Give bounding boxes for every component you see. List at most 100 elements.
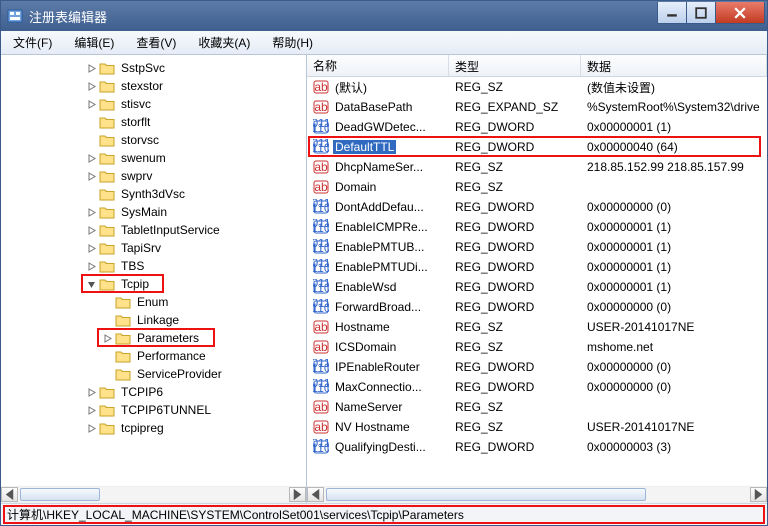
value-row[interactable]: 011110ForwardBroad...REG_DWORD0x00000000… (307, 297, 767, 317)
value-row[interactable]: abDataBasePathREG_EXPAND_SZ%SystemRoot%\… (307, 97, 767, 117)
expander-icon[interactable] (101, 350, 113, 362)
tree-node-stisvc[interactable]: stisvc (5, 95, 304, 113)
tree-node-tcpip[interactable]: Tcpip (5, 275, 304, 293)
value-type: REG_DWORD (449, 300, 581, 314)
tree-node-sstpsvc[interactable]: SstpSvc (5, 59, 304, 77)
tree-node-tcpipreg[interactable]: tcpipreg (5, 419, 304, 437)
value-row[interactable]: 011110EnablePMTUB...REG_DWORD0x00000001 … (307, 237, 767, 257)
value-type: REG_SZ (449, 320, 581, 334)
col-type[interactable]: 类型 (449, 55, 581, 76)
tree-node-performance[interactable]: Performance (5, 347, 304, 365)
col-name[interactable]: 名称 (307, 55, 449, 76)
tree-node-tbs[interactable]: TBS (5, 257, 304, 275)
value-row[interactable]: abNV HostnameREG_SZUSER-20141017NE (307, 417, 767, 437)
expander-icon[interactable] (101, 332, 113, 344)
value-row[interactable]: ab(默认)REG_SZ(数值未设置) (307, 77, 767, 97)
expander-icon[interactable] (85, 188, 97, 200)
value-type: REG_EXPAND_SZ (449, 100, 581, 114)
menu-help[interactable]: 帮助(H) (266, 32, 319, 53)
expander-icon[interactable] (101, 314, 113, 326)
expander-icon[interactable] (85, 224, 97, 236)
tree-node-swprv[interactable]: swprv (5, 167, 304, 185)
expander-icon[interactable] (85, 242, 97, 254)
value-row[interactable]: 011110IPEnableRouterREG_DWORD0x00000000 … (307, 357, 767, 377)
col-data[interactable]: 数据 (581, 55, 767, 76)
value-row[interactable]: abDhcpNameSer...REG_SZ218.85.152.99 218.… (307, 157, 767, 177)
minimize-button[interactable] (657, 2, 687, 24)
tree-label: stisvc (119, 97, 153, 111)
expander-icon[interactable] (85, 116, 97, 128)
expander-icon[interactable] (85, 206, 97, 218)
tree-node-tcpip6[interactable]: TCPIP6 (5, 383, 304, 401)
tree-hscroll[interactable] (1, 486, 307, 503)
value-row[interactable]: 011110EnableWsdREG_DWORD0x00000001 (1) (307, 277, 767, 297)
expander-icon[interactable] (85, 422, 97, 434)
maximize-button[interactable] (686, 2, 716, 24)
value-type: REG_DWORD (449, 380, 581, 394)
titlebar[interactable]: 注册表编辑器 (1, 1, 767, 31)
scroll-left-icon[interactable] (307, 487, 324, 502)
expander-icon[interactable] (85, 260, 97, 272)
tree-node-tapisrv[interactable]: TapiSrv (5, 239, 304, 257)
value-row[interactable]: 011110QualifyingDesti...REG_DWORD0x00000… (307, 437, 767, 457)
value-row[interactable]: 011110DontAddDefau...REG_DWORD0x00000000… (307, 197, 767, 217)
folder-icon (99, 277, 115, 291)
value-row[interactable]: abDomainREG_SZ (307, 177, 767, 197)
tree-node-sysmain[interactable]: SysMain (5, 203, 304, 221)
scroll-thumb[interactable] (326, 488, 646, 501)
svg-text:ab: ab (314, 420, 328, 434)
tree-label: TCPIP6TUNNEL (119, 403, 213, 417)
value-name: ICSDomain (333, 340, 398, 354)
tree-node-linkage[interactable]: Linkage (5, 311, 304, 329)
menu-view[interactable]: 查看(V) (130, 32, 182, 53)
value-row[interactable]: 011110EnableICMPRe...REG_DWORD0x00000001… (307, 217, 767, 237)
expander-icon[interactable] (85, 134, 97, 146)
value-row[interactable]: 011110DefaultTTLREG_DWORD0x00000040 (64) (307, 137, 767, 157)
expander-icon[interactable] (85, 386, 97, 398)
svg-text:ab: ab (314, 400, 328, 414)
tree-node-parameters[interactable]: Parameters (5, 329, 304, 347)
scroll-right-icon[interactable] (750, 487, 767, 502)
value-data: 0x00000001 (1) (581, 120, 767, 134)
value-row[interactable]: abHostnameREG_SZUSER-20141017NE (307, 317, 767, 337)
tree-node-serviceprovider[interactable]: ServiceProvider (5, 365, 304, 383)
menu-edit[interactable]: 编辑(E) (68, 32, 120, 53)
close-button[interactable] (715, 2, 765, 24)
menu-favorites[interactable]: 收藏夹(A) (192, 32, 256, 53)
value-type: REG_SZ (449, 400, 581, 414)
tree-node-stexstor[interactable]: stexstor (5, 77, 304, 95)
tree-node-synth3dvsc[interactable]: Synth3dVsc (5, 185, 304, 203)
tree-node-storflt[interactable]: storflt (5, 113, 304, 131)
svg-text:110: 110 (313, 121, 329, 135)
expander-icon[interactable] (85, 170, 97, 182)
value-name: DefaultTTL (333, 140, 396, 154)
values-pane[interactable]: 名称 类型 数据 ab(默认)REG_SZ(数值未设置)abDataBasePa… (307, 55, 767, 486)
tree-node-enum[interactable]: Enum (5, 293, 304, 311)
expander-icon[interactable] (85, 80, 97, 92)
value-type: REG_DWORD (449, 440, 581, 454)
value-row[interactable]: abICSDomainREG_SZmshome.net (307, 337, 767, 357)
expander-icon[interactable] (101, 368, 113, 380)
values-hscroll[interactable] (307, 486, 767, 503)
scroll-thumb[interactable] (20, 488, 100, 501)
scroll-left-icon[interactable] (1, 487, 18, 502)
value-row[interactable]: 011110EnablePMTUDi...REG_DWORD0x00000001… (307, 257, 767, 277)
svg-text:ab: ab (314, 80, 328, 94)
scroll-right-icon[interactable] (289, 487, 306, 502)
expander-icon[interactable] (85, 404, 97, 416)
value-row[interactable]: 011110MaxConnectio...REG_DWORD0x00000000… (307, 377, 767, 397)
tree-node-storvsc[interactable]: storvsc (5, 131, 304, 149)
tree-label: Synth3dVsc (119, 187, 187, 201)
value-row[interactable]: 011110DeadGWDetec...REG_DWORD0x00000001 … (307, 117, 767, 137)
expander-icon[interactable] (85, 278, 97, 290)
menu-file[interactable]: 文件(F) (7, 32, 58, 53)
expander-icon[interactable] (85, 98, 97, 110)
tree-node-tabletinputservice[interactable]: TabletInputService (5, 221, 304, 239)
tree-node-tcpip6tunnel[interactable]: TCPIP6TUNNEL (5, 401, 304, 419)
tree-pane[interactable]: SstpSvcstexstor stisvc storfltstorvscswenu… (1, 55, 307, 486)
tree-node-swenum[interactable]: swenum (5, 149, 304, 167)
expander-icon[interactable] (85, 62, 97, 74)
value-row[interactable]: abNameServerREG_SZ (307, 397, 767, 417)
expander-icon[interactable] (101, 296, 113, 308)
expander-icon[interactable] (85, 152, 97, 164)
